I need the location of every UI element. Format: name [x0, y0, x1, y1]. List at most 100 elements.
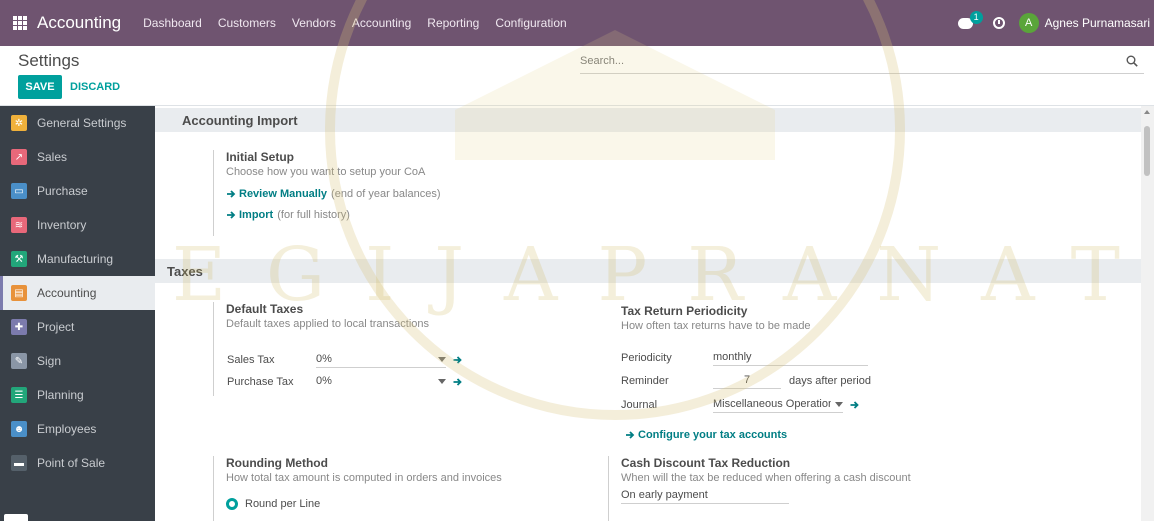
- cash-discount-desc: When will the tax be reduced when offeri…: [621, 472, 911, 484]
- review-manually-label: Review Manually: [239, 188, 328, 200]
- search-input[interactable]: [580, 52, 1110, 70]
- scroll-thumb[interactable]: [1144, 126, 1150, 176]
- arrow-right-icon: [227, 211, 236, 219]
- purchase-tax-select[interactable]: 0%: [316, 374, 446, 390]
- chevron-down-icon: [835, 402, 843, 407]
- reminder-input[interactable]: 7: [713, 373, 781, 389]
- sidebar-item-label: Planning: [37, 388, 84, 402]
- tax-return-desc: How often tax returns have to be made: [621, 320, 811, 332]
- journal-label: Journal: [621, 399, 658, 411]
- arrow-right-icon: [227, 190, 236, 198]
- sidebar-item-inventory[interactable]: ≋ Inventory: [0, 208, 155, 242]
- external-link-arrow-icon[interactable]: [849, 400, 860, 410]
- external-link-arrow-icon[interactable]: [452, 377, 463, 387]
- settings-content: Accounting Import Initial Setup Choose h…: [155, 106, 1154, 521]
- default-taxes-title: Default Taxes: [226, 302, 304, 316]
- sidebar-item-label: Manufacturing: [37, 252, 114, 266]
- sales-tax-value: 0%: [316, 353, 332, 365]
- sidebar-item-project[interactable]: ✚ Project: [0, 310, 155, 344]
- chat-badge: 1: [969, 10, 983, 24]
- settings-sidebar: ✲ General Settings ↗ Sales ▭ Purchase ≋ …: [0, 106, 155, 521]
- chevron-down-icon: [438, 357, 446, 362]
- sidebar-item-accounting[interactable]: ▤ Accounting: [0, 276, 155, 310]
- menu-accounting[interactable]: Accounting: [344, 16, 419, 30]
- purchase-tax-value: 0%: [316, 375, 332, 387]
- navbar-systray: 1 A Agnes Purnamasari: [957, 0, 1154, 46]
- people-icon: ☻: [11, 421, 27, 437]
- sidebar-item-general-settings[interactable]: ✲ General Settings: [0, 106, 155, 140]
- import-link[interactable]: Import (for full history): [226, 209, 593, 221]
- rounding-method-desc: How total tax amount is computed in orde…: [226, 472, 502, 484]
- wrench-icon: ⚒: [11, 251, 27, 267]
- sidebar-item-sales[interactable]: ↗ Sales: [0, 140, 155, 174]
- external-link-arrow-icon[interactable]: [452, 355, 463, 365]
- periodicity-row: Periodicity monthly: [621, 350, 868, 366]
- save-button[interactable]: SAVE: [18, 75, 62, 99]
- reminder-row: Reminder 7 days after period: [621, 373, 871, 389]
- reminder-label: Reminder: [621, 375, 669, 387]
- clock-icon[interactable]: [992, 17, 1005, 29]
- document-icon: ▤: [11, 285, 27, 301]
- discard-button[interactable]: DISCARD: [70, 75, 120, 99]
- sidebar-item-label: General Settings: [37, 116, 127, 130]
- app-brand[interactable]: Accounting: [37, 13, 121, 33]
- card-icon: ▭: [11, 183, 27, 199]
- pen-icon: ✎: [11, 353, 27, 369]
- sidebar-item-planning[interactable]: ☰ Planning: [0, 378, 155, 412]
- apps-menu-icon[interactable]: [13, 16, 27, 30]
- round-per-line-option[interactable]: Round per Line: [226, 498, 593, 510]
- section-header-accounting-import: Accounting Import: [155, 108, 1141, 132]
- search-icon[interactable]: [1126, 55, 1138, 67]
- sales-tax-row: Sales Tax 0%: [227, 352, 463, 368]
- cash-discount-select[interactable]: On early payment: [621, 488, 789, 504]
- top-navbar: Accounting Dashboard Customers Vendors A…: [0, 0, 1154, 46]
- review-manually-link[interactable]: Review Manually (end of year balances): [226, 188, 593, 200]
- messaging-menu[interactable]: 1: [957, 10, 983, 29]
- tax-return-box: Tax Return Periodicity How often tax ret…: [621, 304, 1021, 332]
- control-panel: Settings SAVE DISCARD: [0, 46, 1154, 106]
- page-title: Settings: [18, 51, 80, 70]
- main-menu: Dashboard Customers Vendors Accounting R…: [135, 16, 575, 30]
- register-icon: ▬: [11, 455, 27, 471]
- gear-icon: ✲: [11, 115, 27, 131]
- import-note: (for full history): [277, 209, 350, 221]
- tax-return-title: Tax Return Periodicity: [621, 304, 748, 318]
- periodicity-select[interactable]: monthly: [713, 350, 868, 366]
- cash-discount-box: Cash Discount Tax Reduction When will th…: [608, 456, 1028, 521]
- initial-setup-desc: Choose how you want to setup your CoA: [226, 166, 426, 178]
- puzzle-icon: ✚: [11, 319, 27, 335]
- sales-tax-select[interactable]: 0%: [316, 352, 446, 368]
- sidebar-item-purchase[interactable]: ▭ Purchase: [0, 174, 155, 208]
- menu-reporting[interactable]: Reporting: [419, 16, 487, 30]
- menu-dashboard[interactable]: Dashboard: [135, 16, 210, 30]
- section-header-taxes: Taxes: [155, 259, 1141, 283]
- avatar[interactable]: A: [1018, 13, 1039, 33]
- user-name[interactable]: Agnes Purnamasari: [1045, 16, 1150, 30]
- sidebar-item-manufacturing[interactable]: ⚒ Manufacturing: [0, 242, 155, 276]
- import-label: Import: [239, 209, 274, 221]
- menu-customers[interactable]: Customers: [210, 16, 284, 30]
- list-icon: ☰: [11, 387, 27, 403]
- configure-tax-accounts-link[interactable]: Configure your tax accounts: [625, 429, 787, 441]
- content-scrollbar[interactable]: [1141, 106, 1154, 521]
- sidebar-item-label: Project: [37, 320, 75, 334]
- menu-configuration[interactable]: Configuration: [487, 16, 574, 30]
- reminder-suffix: days after period: [789, 375, 871, 387]
- chevron-down-icon: [438, 379, 446, 384]
- sidebar-item-point-of-sale[interactable]: ▬ Point of Sale: [0, 446, 155, 480]
- initial-setup-box: Initial Setup Choose how you want to set…: [213, 150, 593, 236]
- search-bar: [580, 52, 1144, 74]
- rounding-method-box: Rounding Method How total tax amount is …: [213, 456, 593, 521]
- round-per-line-label: Round per Line: [245, 498, 321, 510]
- sidebar-footer-stub: [4, 514, 28, 521]
- sidebar-item-employees[interactable]: ☻ Employees: [0, 412, 155, 446]
- configure-tax-accounts-label: Configure your tax accounts: [638, 429, 788, 441]
- scroll-up-arrow-icon[interactable]: [1144, 110, 1150, 114]
- menu-vendors[interactable]: Vendors: [284, 16, 344, 30]
- journal-select[interactable]: Miscellaneous Operations: [713, 397, 843, 413]
- rounding-method-title: Rounding Method: [226, 456, 328, 470]
- sidebar-item-sign[interactable]: ✎ Sign: [0, 344, 155, 378]
- boxes-icon: ≋: [11, 217, 27, 233]
- journal-value: Miscellaneous Operations: [713, 398, 831, 410]
- sidebar-item-label: Purchase: [37, 184, 88, 198]
